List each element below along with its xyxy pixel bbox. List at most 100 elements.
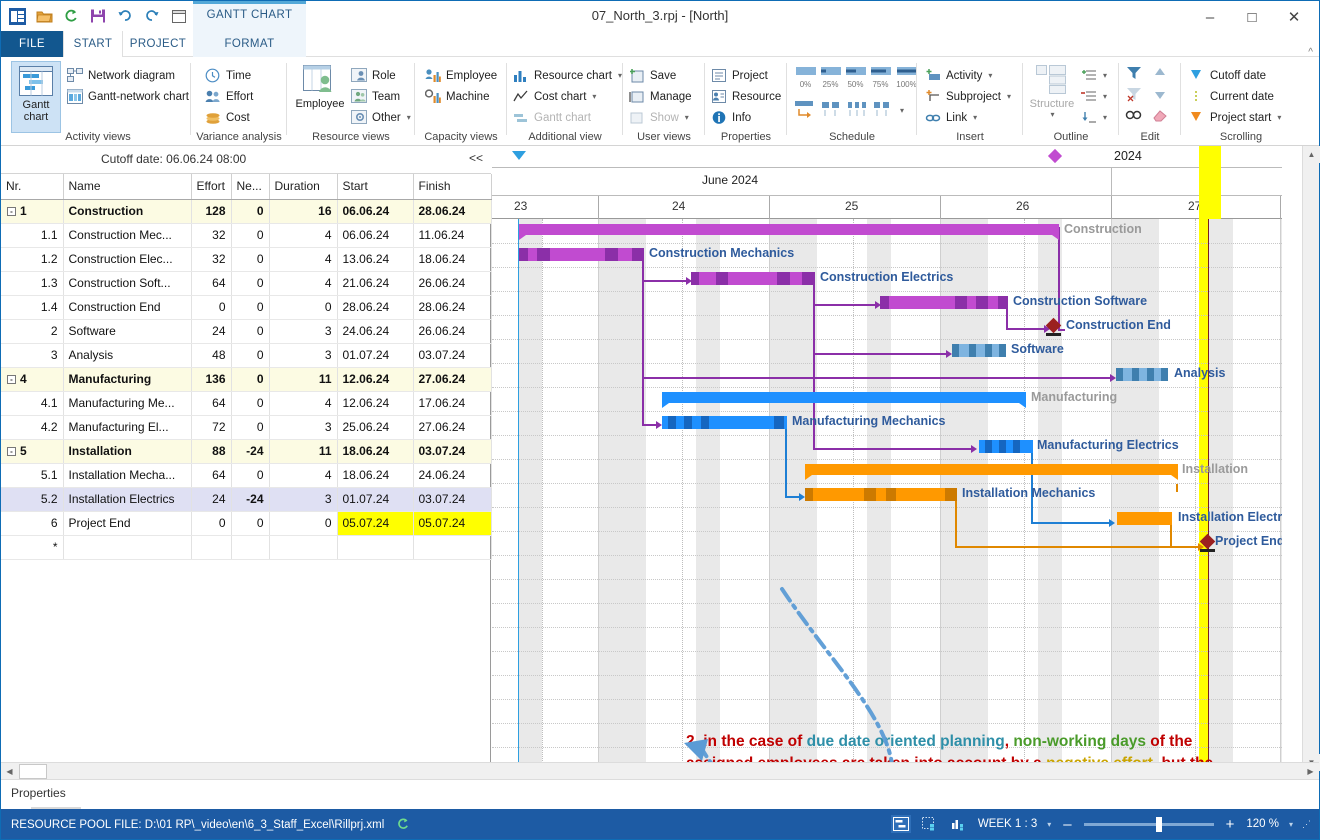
properties-project-item[interactable]: Project [711, 65, 781, 86]
gantt-bar-installation-electrics[interactable] [1117, 512, 1172, 525]
schedule-split2-icon[interactable] [847, 100, 867, 121]
row-expander-icon[interactable]: - [7, 375, 16, 385]
chevron-down-icon[interactable]: ▾ [1103, 71, 1107, 80]
filter-icon[interactable] [1125, 65, 1149, 84]
capacity-employee-item[interactable]: Employee [425, 65, 497, 86]
view-network-button[interactable] [920, 815, 940, 833]
chevron-down-icon[interactable]: ▾ [407, 113, 411, 122]
table-row[interactable]: 5.1 Installation Mecha... 64 0 4 18.06.24 24.0… [1, 463, 492, 488]
gantt-bar-manufacturing-mechanics[interactable] [662, 416, 787, 429]
outline-move-item[interactable]: ▾ [1081, 107, 1107, 128]
eraser-icon[interactable] [1151, 107, 1175, 126]
cost-chart-item[interactable]: Cost chart ▾ [513, 86, 622, 107]
table-row[interactable]: -5 Installation 88 -24 11 18.06.24 03.07.24 [1, 439, 492, 464]
employee-big-button[interactable]: Employee [289, 61, 351, 133]
timescale-chevron-down-icon[interactable]: ▾ [1047, 820, 1051, 829]
view-chart-button[interactable] [949, 815, 969, 833]
chevron-down-icon[interactable]: ▾ [973, 113, 977, 122]
sort-descending-icon[interactable] [1151, 86, 1175, 105]
other-item[interactable]: Other ▾ [351, 107, 411, 128]
outline-indent-item[interactable]: ▾ [1081, 65, 1107, 86]
view-gantt-button[interactable] [890, 815, 911, 833]
gantt-bar-software[interactable] [952, 344, 1006, 357]
sort-ascending-icon[interactable] [1151, 65, 1175, 84]
resize-grip-icon[interactable]: ⋰ [1302, 819, 1311, 830]
gantt-bar-manufacturing-electrics[interactable] [979, 440, 1033, 453]
gantt-bar-construction[interactable] [519, 224, 1059, 235]
table-row[interactable]: 1.1 Construction Mec... 32 0 4 06.06.24 11.06.… [1, 223, 492, 248]
table-row[interactable]: 4.1 Manufacturing Me... 64 0 4 12.06.24 17.06.… [1, 391, 492, 416]
gantt-chart-area[interactable]: 2024 June 2024 23 24 25 26 27 Constructi… [492, 146, 1282, 771]
horizontal-scroll-thumb[interactable] [19, 764, 47, 779]
table-row[interactable]: 2 Software 24 0 3 24.06.24 26.06.24 [1, 319, 492, 344]
structure-big-button[interactable]: Structure ▾ [1025, 61, 1079, 133]
zoom-in-button[interactable]: + [1223, 816, 1238, 833]
collapse-panel-button[interactable]: << [469, 151, 483, 165]
tab-file[interactable]: FILE [1, 31, 63, 57]
chevron-down-icon[interactable]: ▾ [900, 106, 904, 115]
role-item[interactable]: Role [351, 65, 411, 86]
gantt-bar-manufacturing[interactable] [662, 392, 1026, 403]
zoom-slider-thumb[interactable] [1155, 816, 1162, 832]
effort-item[interactable]: Effort [205, 86, 253, 107]
table-row[interactable]: -4 Manufacturing 136 0 11 12.06.24 27.06.24 [1, 367, 492, 392]
gantt-body[interactable]: Construction Construction Mechanics Cons… [492, 219, 1282, 771]
scroll-up-button[interactable]: ▲ [1303, 146, 1320, 163]
chevron-down-icon[interactable]: ▾ [1103, 113, 1107, 122]
cost-item[interactable]: Cost [205, 107, 253, 128]
gantt-bar-installation-mechanics[interactable] [805, 488, 957, 501]
column-header-duration[interactable]: Duration [269, 174, 338, 200]
scroll-right-button[interactable]: ▶ [1302, 763, 1319, 780]
chevron-down-icon[interactable]: ▾ [592, 92, 596, 101]
find-icon[interactable] [1125, 107, 1149, 126]
progress-0-button[interactable]: 0% [795, 65, 816, 89]
zoom-out-button[interactable]: – [1060, 816, 1074, 833]
capacity-machine-item[interactable]: Machine [424, 86, 497, 107]
zoom-slider[interactable] [1083, 816, 1214, 832]
team-item[interactable]: Team [351, 86, 411, 107]
column-header-effort[interactable]: Effort [191, 174, 232, 200]
table-row[interactable]: 3 Analysis 48 0 3 01.07.24 03.07.24 [1, 343, 492, 368]
refresh-icon[interactable] [396, 817, 410, 834]
insert-link-item[interactable]: Link ▾ [925, 107, 1011, 128]
clear-filter-icon[interactable] [1125, 86, 1149, 105]
gantt-network-chart-item[interactable]: Gantt-network chart [67, 86, 189, 107]
column-header-start[interactable]: Start [337, 174, 414, 200]
table-row[interactable]: 5.2 Installation Electrics 24 -24 3 01.07.24 0… [1, 487, 492, 512]
outline-outdent-item[interactable]: ▾ [1081, 86, 1107, 107]
chevron-down-icon[interactable]: ▾ [988, 71, 992, 80]
user-manage-item[interactable]: Manage [629, 86, 692, 107]
column-header-name[interactable]: Name [63, 174, 192, 200]
progress-25-button[interactable]: 25% [820, 65, 841, 89]
table-row[interactable]: -1 Construction 128 0 16 06.06.24 28.06.24 [1, 199, 492, 224]
chevron-down-icon[interactable]: ▾ [1007, 92, 1011, 101]
table-row[interactable]: 1.4 Construction End 0 0 0 28.06.24 28.06.24 [1, 295, 492, 320]
column-header-finish[interactable]: Finish [413, 174, 492, 200]
scroll-left-button[interactable]: ◀ [1, 763, 18, 780]
progress-75-button[interactable]: 75% [870, 65, 891, 89]
chevron-down-icon[interactable]: ▾ [1050, 110, 1054, 119]
chevron-down-icon[interactable]: ▾ [1277, 113, 1281, 122]
properties-info-item[interactable]: Info [711, 107, 781, 128]
schedule-split3-icon[interactable] [873, 100, 893, 121]
zoom-chevron-down-icon[interactable]: ▾ [1289, 820, 1293, 829]
progress-50-button[interactable]: 50% [845, 65, 866, 89]
ribbon-collapse-button[interactable]: ^ [1308, 47, 1313, 58]
insert-subproject-item[interactable]: Subproject ▾ [925, 86, 1011, 107]
gantt-bar-installation[interactable] [805, 464, 1178, 475]
subproject-marker[interactable] [1047, 148, 1063, 164]
scroll-current-date-item[interactable]: Current date [1189, 86, 1281, 107]
properties-resource-item[interactable]: Resource [711, 86, 781, 107]
row-expander-icon[interactable]: - [7, 207, 16, 217]
gantt-bar-construction-software[interactable] [880, 296, 1008, 309]
scroll-project-start-item[interactable]: Project start ▾ [1189, 107, 1281, 128]
table-row[interactable]: 1.3 Construction Soft... 64 0 4 21.06.24 26.06… [1, 271, 492, 296]
column-header-nr[interactable]: Nr. [1, 174, 64, 200]
tab-start[interactable]: START [63, 31, 123, 57]
schedule-split1-icon[interactable] [821, 100, 841, 121]
properties-tab[interactable]: Properties [11, 786, 66, 800]
table-row[interactable]: 4.2 Manufacturing El... 72 0 3 25.06.24 27.06.… [1, 415, 492, 440]
gantt-bar-analysis[interactable] [1116, 368, 1168, 381]
minimize-button[interactable]: – [1189, 3, 1231, 31]
table-row[interactable]: 6 Project End 0 0 0 05.07.24 05.07.24 [1, 511, 492, 536]
